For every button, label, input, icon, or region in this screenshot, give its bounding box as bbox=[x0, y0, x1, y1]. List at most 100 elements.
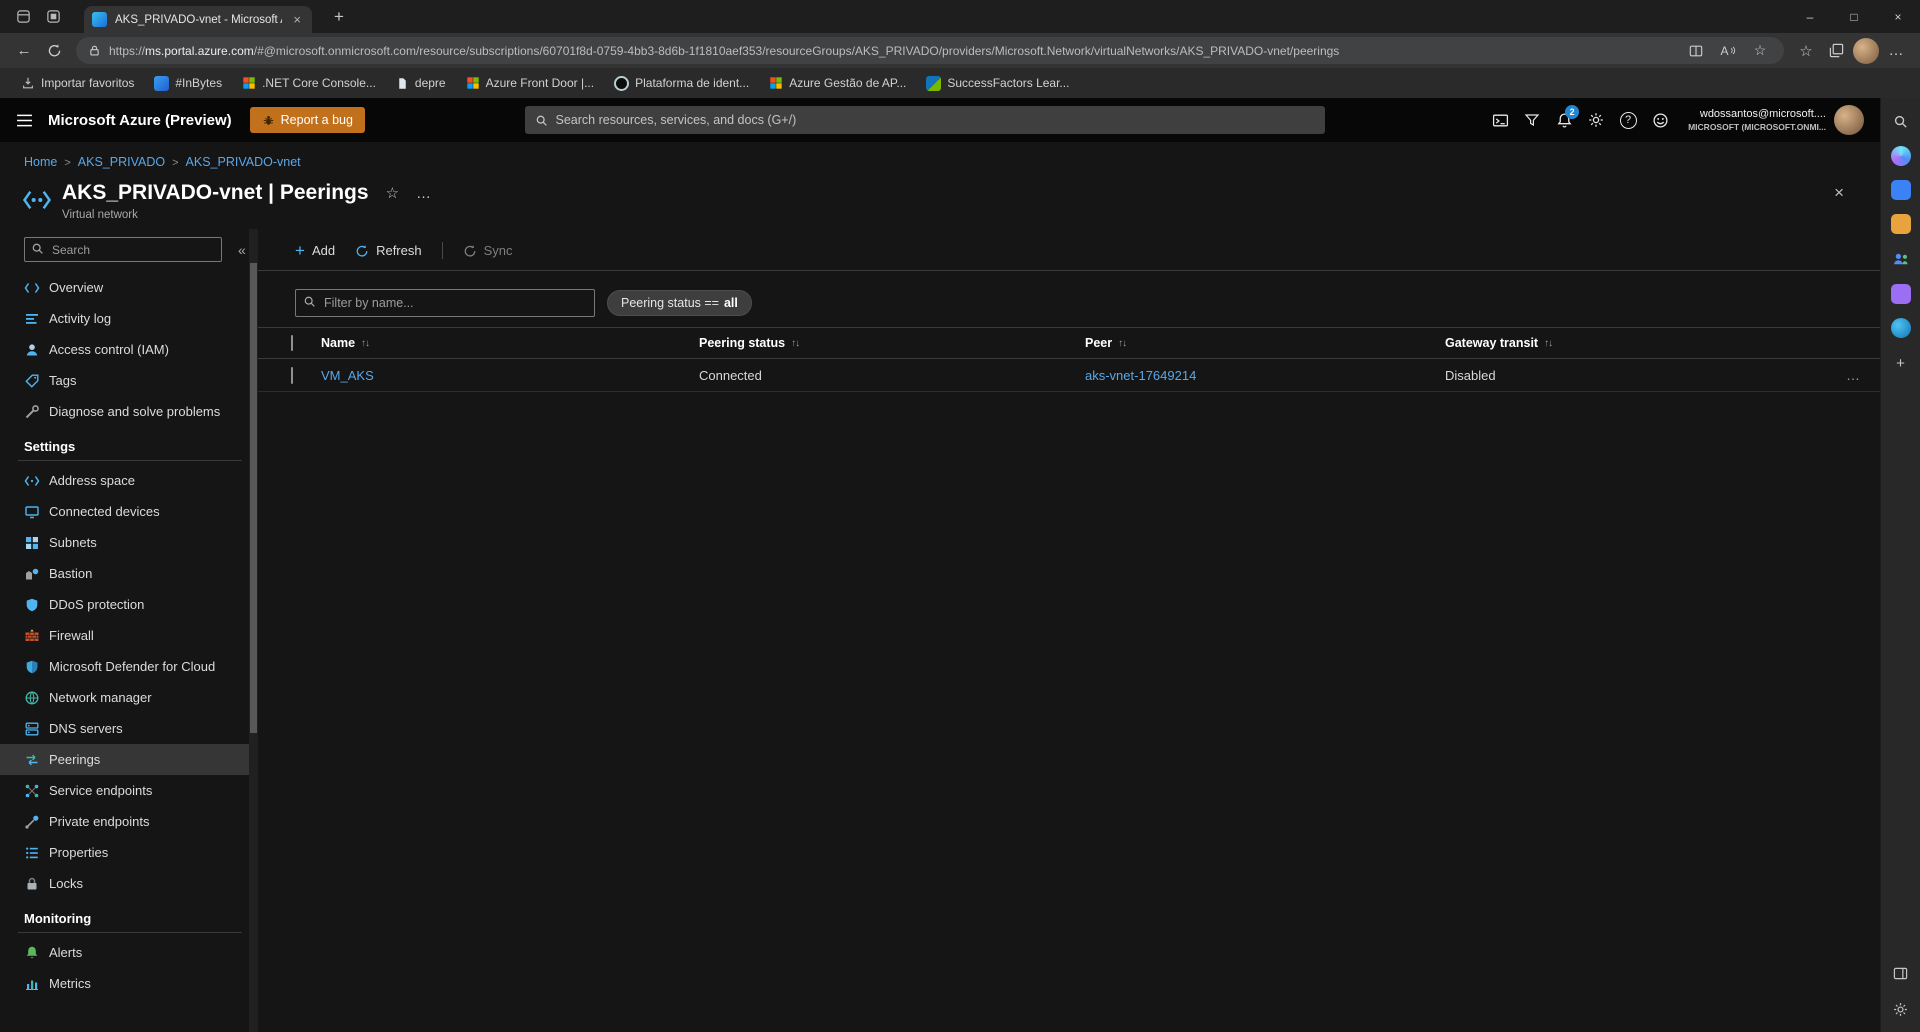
blade-more-icon[interactable]: … bbox=[416, 185, 431, 202]
settings-gear-icon[interactable] bbox=[1580, 104, 1612, 136]
close-window-button[interactable]: × bbox=[1876, 0, 1920, 33]
sidebar-item-metrics[interactable]: Metrics bbox=[0, 968, 258, 999]
games-icon[interactable] bbox=[1890, 284, 1911, 304]
collapse-menu-icon[interactable]: « bbox=[238, 242, 246, 258]
cloud-shell-icon[interactable] bbox=[1484, 104, 1516, 136]
browser-menu-icon[interactable]: … bbox=[1882, 37, 1910, 65]
sidebar-item-alerts[interactable]: Alerts bbox=[0, 937, 258, 968]
column-header-name[interactable]: Name ↑↓ bbox=[321, 336, 699, 350]
sidebar-item-service-endpoints[interactable]: Service endpoints bbox=[0, 775, 258, 806]
favorite-inbytes[interactable]: #InBytes bbox=[145, 73, 231, 94]
feedback-icon[interactable] bbox=[1644, 104, 1676, 136]
add-favorite-icon[interactable]: ☆ bbox=[1748, 39, 1772, 63]
favorite-successfactors[interactable]: SuccessFactors Lear... bbox=[917, 73, 1078, 94]
sidebar-item-ddos[interactable]: DDoS protection bbox=[0, 589, 258, 620]
blade-close-icon[interactable]: × bbox=[1834, 183, 1844, 203]
browser-profile-avatar[interactable] bbox=[1852, 37, 1880, 65]
account-avatar[interactable] bbox=[1833, 105, 1864, 135]
account-info[interactable]: wdossantos@microsoft.... MICROSOFT (MICR… bbox=[1688, 107, 1826, 132]
sidebar-settings-gear-icon[interactable] bbox=[1890, 998, 1912, 1020]
column-header-gateway-transit[interactable]: Gateway transit ↑↓ bbox=[1445, 336, 1822, 350]
sidebar-item-address-space[interactable]: Address space bbox=[0, 465, 258, 496]
sidebar-item-dns-servers[interactable]: DNS servers bbox=[0, 713, 258, 744]
peering-name-link[interactable]: VM_AKS bbox=[321, 368, 374, 383]
maximize-button[interactable]: □ bbox=[1832, 0, 1876, 33]
blade-title-block: AKS_PRIVADO-vnet | Peerings ☆ … Virtual … bbox=[62, 181, 431, 221]
sync-label: Sync bbox=[483, 243, 513, 258]
sidebar-item-subnets[interactable]: Subnets bbox=[0, 527, 258, 558]
copilot-icon[interactable] bbox=[1890, 146, 1911, 166]
resource-menu-search-row: « bbox=[24, 237, 248, 262]
favorites-hub-icon[interactable]: ☆ bbox=[1792, 37, 1820, 65]
azure-search-box[interactable] bbox=[524, 106, 1325, 134]
refresh-button[interactable]: Refresh bbox=[355, 243, 422, 258]
new-tab-button[interactable]: + bbox=[324, 4, 354, 30]
sidebar-item-tags[interactable]: Tags bbox=[0, 365, 258, 396]
favorite-gestao-api[interactable]: Azure Gestão de AP... bbox=[760, 73, 915, 93]
azure-search-input[interactable] bbox=[555, 113, 1315, 127]
address-bar[interactable]: https://ms.portal.azure.com/#@microsoft.… bbox=[76, 37, 1784, 64]
peering-status-filter-pill[interactable]: Peering status == all bbox=[607, 290, 752, 316]
sidebar-item-diagnose[interactable]: Diagnose and solve problems bbox=[0, 396, 258, 427]
sidebar-item-overview[interactable]: Overview bbox=[0, 272, 258, 303]
sidebar-item-connected-devices[interactable]: Connected devices bbox=[0, 496, 258, 527]
breadcrumb-vnet[interactable]: AKS_PRIVADO-vnet bbox=[186, 155, 301, 169]
sync-button[interactable]: Sync bbox=[463, 243, 513, 258]
filter-by-name-input[interactable] bbox=[295, 289, 595, 317]
minimize-button[interactable]: – bbox=[1788, 0, 1832, 33]
favorite-netcore[interactable]: .NET Core Console... bbox=[233, 73, 385, 93]
read-aloud-icon[interactable]: A bbox=[1716, 39, 1740, 63]
azure-brand[interactable]: Microsoft Azure (Preview) bbox=[48, 112, 232, 129]
reload-button[interactable] bbox=[40, 37, 68, 65]
directory-filter-icon[interactable] bbox=[1516, 104, 1548, 136]
sidebar-item-properties[interactable]: Properties bbox=[0, 837, 258, 868]
outlook-icon[interactable] bbox=[1890, 318, 1911, 338]
sidebar-item-firewall[interactable]: Firewall bbox=[0, 620, 258, 651]
sidebar-item-access-control[interactable]: Access control (IAM) bbox=[0, 334, 258, 365]
column-header-peer[interactable]: Peer ↑↓ bbox=[1085, 336, 1445, 350]
row-checkbox[interactable] bbox=[291, 366, 293, 384]
scrollbar-thumb[interactable] bbox=[250, 263, 257, 733]
alerts-bell-icon bbox=[26, 946, 38, 958]
row-context-menu-icon[interactable]: … bbox=[1822, 367, 1868, 383]
favorite-label: SuccessFactors Lear... bbox=[947, 76, 1070, 90]
hamburger-menu-icon[interactable] bbox=[0, 98, 48, 142]
sidebar-item-locks[interactable]: Locks bbox=[0, 868, 258, 899]
sidebar-item-bastion[interactable]: Bastion bbox=[0, 558, 258, 589]
favorite-depre[interactable]: depre bbox=[387, 73, 455, 93]
shopping-icon[interactable] bbox=[1890, 180, 1911, 200]
sidebar-panel-icon[interactable] bbox=[1890, 962, 1912, 984]
favorite-frontdoor[interactable]: Azure Front Door |... bbox=[457, 73, 604, 93]
split-screen-icon[interactable] bbox=[1684, 39, 1708, 63]
tab-close-icon[interactable]: × bbox=[290, 12, 304, 27]
sidebar-item-activity-log[interactable]: Activity log bbox=[0, 303, 258, 334]
favorite-star-icon[interactable]: ☆ bbox=[386, 184, 399, 202]
favorite-identidade[interactable]: Plataforma de ident... bbox=[605, 73, 758, 94]
breadcrumb-resource-group[interactable]: AKS_PRIVADO bbox=[78, 155, 165, 169]
resource-menu-search-input[interactable] bbox=[24, 237, 222, 262]
tab-actions-icon[interactable] bbox=[38, 4, 68, 30]
sidebar-search-icon[interactable] bbox=[1890, 110, 1912, 132]
sidebar-item-network-manager[interactable]: Network manager bbox=[0, 682, 258, 713]
help-icon[interactable]: ? bbox=[1612, 104, 1644, 136]
peer-vnet-link[interactable]: aks-vnet-17649214 bbox=[1085, 368, 1196, 383]
workspaces-icon[interactable] bbox=[8, 4, 38, 30]
people-icon[interactable] bbox=[1890, 248, 1912, 270]
sidebar-item-peerings[interactable]: Peerings bbox=[0, 744, 258, 775]
collections-icon[interactable] bbox=[1822, 37, 1850, 65]
sidebar-item-private-endpoints[interactable]: Private endpoints bbox=[0, 806, 258, 837]
sidebar-item-defender[interactable]: Microsoft Defender for Cloud bbox=[0, 651, 258, 682]
column-header-peering-status[interactable]: Peering status ↑↓ bbox=[699, 336, 1085, 350]
browser-tab[interactable]: AKS_PRIVADO-vnet - Microsoft A... × bbox=[84, 6, 312, 33]
notifications-bell-icon[interactable]: 2 bbox=[1548, 104, 1580, 136]
breadcrumb-home[interactable]: Home bbox=[24, 155, 57, 169]
add-button[interactable]: + Add bbox=[295, 242, 335, 259]
favorite-import[interactable]: Importar favoritos bbox=[12, 73, 143, 93]
select-all-checkbox[interactable] bbox=[291, 335, 293, 351]
report-bug-button[interactable]: Report a bug bbox=[249, 107, 365, 133]
lock-icon bbox=[88, 44, 101, 57]
add-sidebar-app-icon[interactable]: + bbox=[1890, 352, 1912, 374]
microsoft365-icon[interactable] bbox=[1890, 214, 1911, 234]
back-button[interactable]: ← bbox=[10, 37, 38, 65]
sidebar-scrollbar[interactable] bbox=[249, 229, 258, 1032]
